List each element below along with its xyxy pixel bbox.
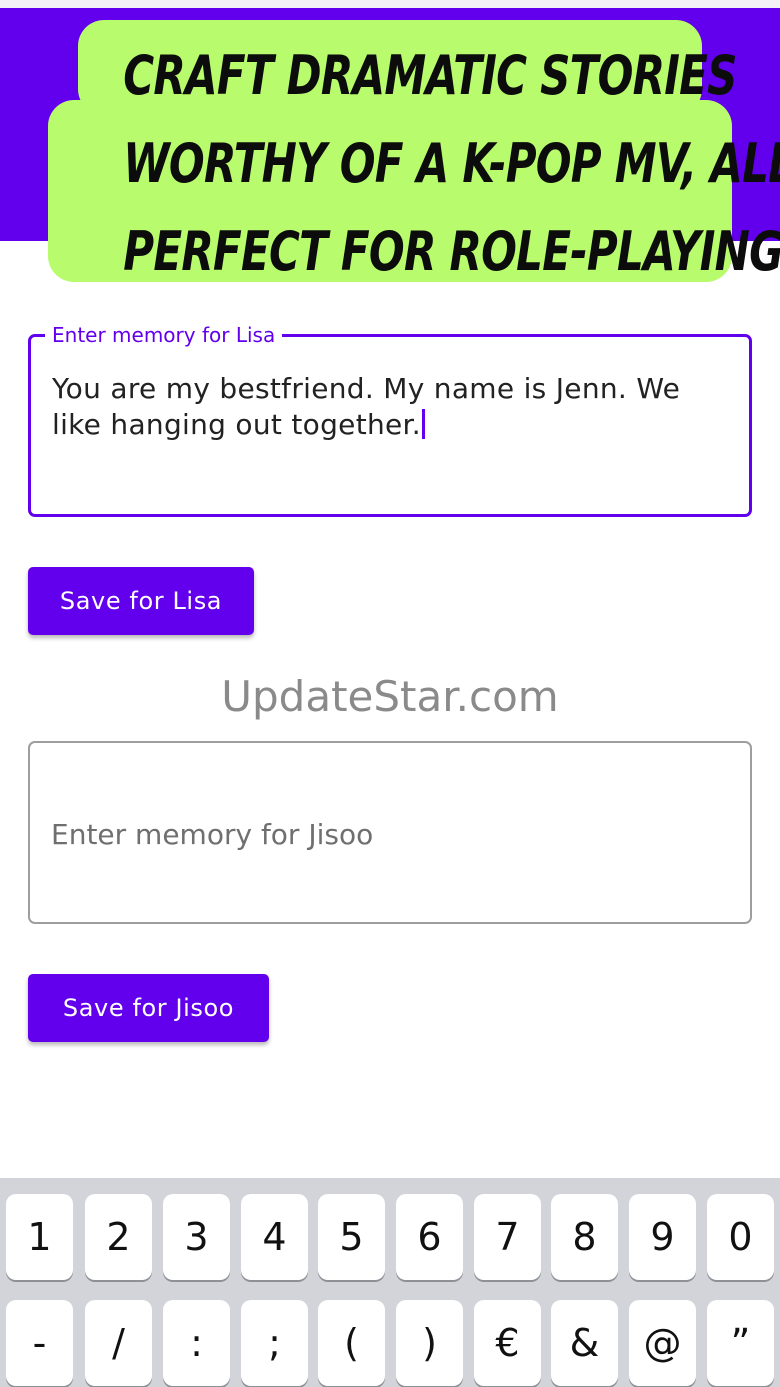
key[interactable]: ( bbox=[318, 1300, 385, 1386]
lisa-memory-field[interactable]: Enter memory for Lisa You are my bestfri… bbox=[28, 323, 752, 517]
key[interactable]: 0 bbox=[707, 1194, 774, 1280]
save-lisa-button[interactable]: Save for Lisa bbox=[28, 567, 254, 635]
key[interactable]: 3 bbox=[163, 1194, 230, 1280]
key[interactable]: : bbox=[163, 1300, 230, 1386]
text-cursor bbox=[421, 409, 425, 439]
save-jisoo-button[interactable]: Save for Jisoo bbox=[28, 974, 269, 1042]
keyboard: 1 2 3 4 5 6 7 8 9 0 - / : ; ( ) € & @ ” bbox=[0, 1178, 780, 1387]
key[interactable]: ; bbox=[241, 1300, 308, 1386]
lisa-memory-text[interactable]: You are my bestfriend. My name is Jenn. … bbox=[52, 371, 722, 443]
promo-banner: Craft dramatic stories worthy of a K-pop… bbox=[48, 20, 780, 283]
key[interactable]: ” bbox=[707, 1300, 774, 1386]
jisoo-memory-placeholder: Enter memory for Jisoo bbox=[51, 818, 374, 851]
key[interactable]: / bbox=[85, 1300, 152, 1386]
key[interactable]: 1 bbox=[6, 1194, 73, 1280]
key[interactable]: 2 bbox=[85, 1194, 152, 1280]
banner-line-3: perfect for role-playing bbox=[123, 220, 780, 283]
key[interactable]: - bbox=[6, 1300, 73, 1386]
watermark: UpdateStar.com bbox=[221, 672, 559, 721]
key[interactable]: & bbox=[551, 1300, 618, 1386]
banner-text: Craft dramatic stories worthy of a K-pop… bbox=[123, 32, 780, 296]
lisa-memory-label: Enter memory for Lisa bbox=[45, 323, 283, 347]
banner-line-2: worthy of a K-pop MV, all bbox=[123, 132, 780, 195]
key[interactable]: 9 bbox=[629, 1194, 696, 1280]
lisa-memory-value: You are my bestfriend. My name is Jenn. … bbox=[52, 372, 681, 441]
key[interactable]: 4 bbox=[241, 1194, 308, 1280]
key[interactable]: 8 bbox=[551, 1194, 618, 1280]
jisoo-memory-field[interactable]: Enter memory for Jisoo bbox=[28, 741, 752, 924]
banner-line-1: Craft dramatic stories bbox=[123, 44, 737, 107]
key[interactable]: ) bbox=[396, 1300, 463, 1386]
key[interactable]: 6 bbox=[396, 1194, 463, 1280]
status-strip bbox=[0, 0, 780, 8]
key[interactable]: @ bbox=[629, 1300, 696, 1386]
key[interactable]: 7 bbox=[474, 1194, 541, 1280]
key[interactable]: € bbox=[474, 1300, 541, 1386]
key[interactable]: 5 bbox=[318, 1194, 385, 1280]
